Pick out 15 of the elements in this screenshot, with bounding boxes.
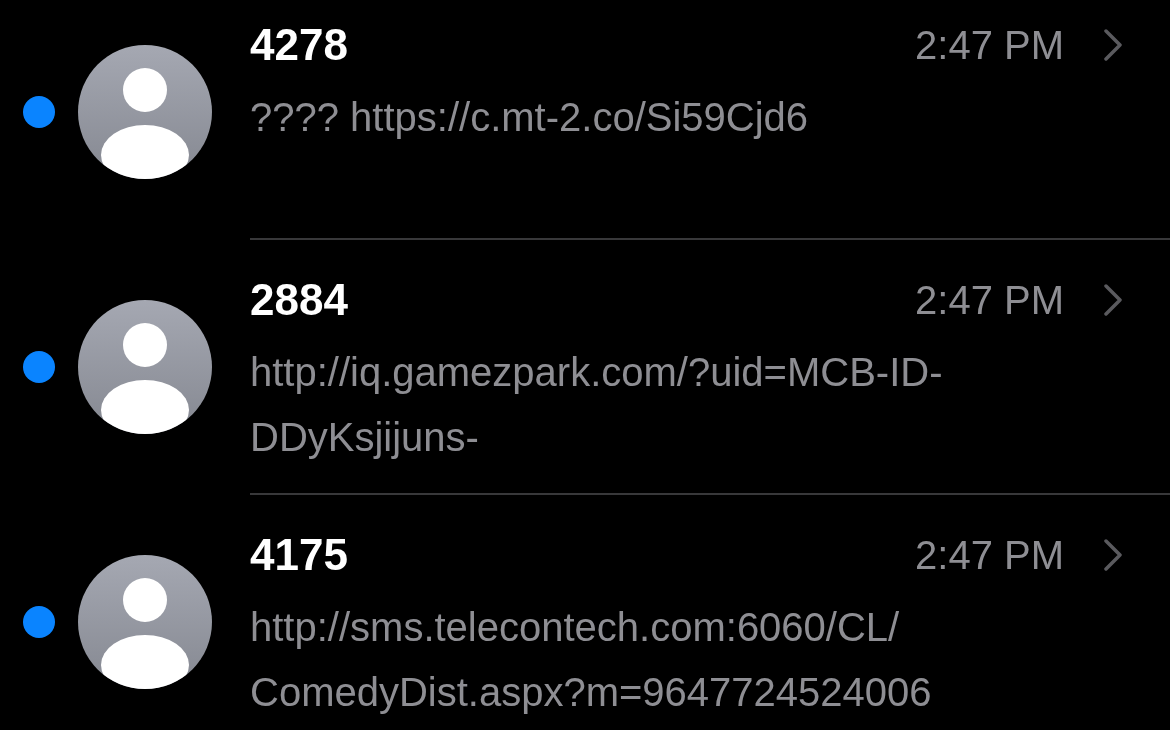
avatar-icon — [78, 300, 212, 434]
message-preview: ???? https://c.mt-2.co/Si59Cjd6 — [250, 94, 810, 141]
avatar-icon — [78, 555, 212, 689]
message-preview: http://iq.gamezpark.com/?uid=MCB-ID- DDyKsjijuns- — [250, 349, 944, 461]
sender-name: 4175 — [250, 530, 349, 580]
message-time: 2:47 PM — [915, 22, 1064, 68]
message-time: 2:47 PM — [915, 277, 1064, 323]
message-time: 2:47 PM — [915, 532, 1064, 578]
chevron-icon — [1104, 284, 1122, 316]
sender-name: 2884 — [250, 275, 349, 325]
avatar-icon — [78, 45, 212, 179]
chevron-icon — [1104, 539, 1122, 571]
sender-name: 4278 — [250, 20, 349, 70]
chevron-icon — [1104, 29, 1122, 61]
message-preview: http://sms.telecontech.com:6060/CL/ ComedyDist.aspx?m=9647724524006 — [250, 604, 933, 716]
